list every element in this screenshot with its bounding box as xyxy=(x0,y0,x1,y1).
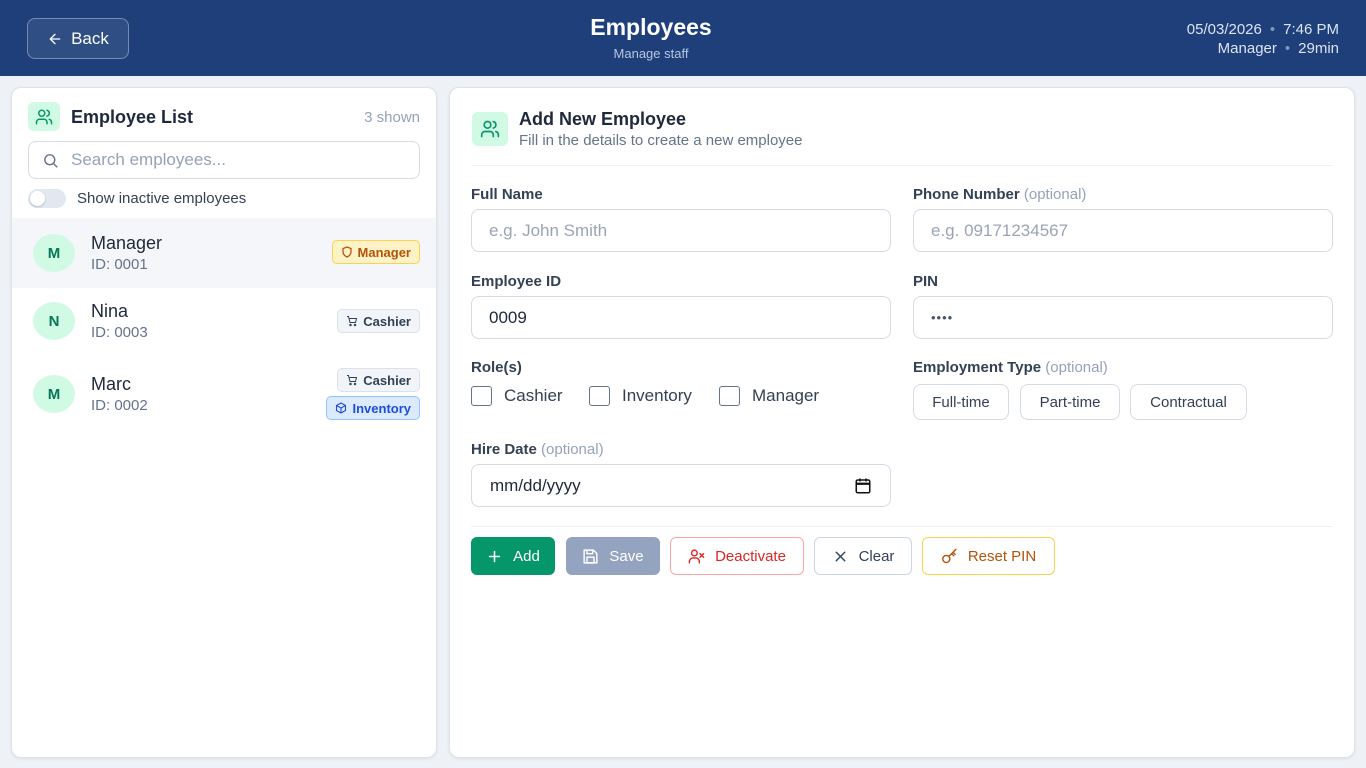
role-badge-manager: Manager xyxy=(331,240,420,264)
app-header: Back Employees Manage staff 05/03/2026 • 7… xyxy=(0,0,1366,76)
employment-contractual-option[interactable]: Contractual xyxy=(1130,384,1247,420)
avatar: M xyxy=(33,234,75,272)
pin-input[interactable]: •••• xyxy=(913,296,1333,339)
shield-icon xyxy=(341,246,352,258)
roles-label: Role(s) xyxy=(471,359,522,376)
box-icon xyxy=(336,402,347,414)
employee-list-panel: Employee List 3 shown Show inactive empl… xyxy=(11,87,437,758)
employee-row[interactable]: M Manager ID: 0001 Manager xyxy=(12,218,436,288)
role-badge-label: Manager xyxy=(357,244,411,260)
users-icon xyxy=(472,112,508,146)
employee-id: ID: 0003 xyxy=(91,324,148,341)
employee-count: 3 shown xyxy=(364,109,420,126)
page-subtitle: Manage staff xyxy=(613,46,689,61)
employee-id-field xyxy=(471,296,891,339)
current-user: Manager xyxy=(1217,40,1277,57)
current-time: 7:46 PM xyxy=(1283,21,1339,38)
employee-id: ID: 0001 xyxy=(91,256,148,273)
inactive-toggle-row: Show inactive employees xyxy=(28,189,246,208)
phone-input[interactable] xyxy=(931,220,1315,241)
close-icon xyxy=(835,551,846,561)
users-icon xyxy=(28,102,60,131)
divider xyxy=(471,526,1333,527)
page-title: Employees xyxy=(590,14,712,40)
employee-row[interactable]: N Nina ID: 0003 Cashier xyxy=(12,288,436,358)
clear-button[interactable]: Clear xyxy=(814,537,912,575)
employee-name: Nina xyxy=(91,301,129,321)
show-inactive-label: Show inactive employees xyxy=(77,190,247,207)
employee-name: Manager xyxy=(91,233,163,253)
divider xyxy=(471,165,1333,166)
form-subtitle: Fill in the details to create a new empl… xyxy=(519,132,803,149)
save-icon xyxy=(583,548,598,564)
hire-date-placeholder: mm/dd/yyyy xyxy=(490,475,581,495)
deactivate-button[interactable]: Deactivate xyxy=(670,537,804,575)
phone-label: Phone Number (optional) xyxy=(913,186,1087,203)
show-inactive-toggle[interactable] xyxy=(28,189,66,208)
role-checkbox-inventory[interactable]: Inventory xyxy=(589,386,692,406)
cart-icon xyxy=(347,375,358,386)
employee-name: Marc xyxy=(91,374,131,394)
phone-field xyxy=(913,209,1333,252)
form-title: Add New Employee xyxy=(519,109,687,129)
role-checkbox-cashier[interactable]: Cashier xyxy=(471,386,563,406)
add-button[interactable]: Add xyxy=(471,537,555,575)
full-name-label: Full Name xyxy=(471,186,543,203)
pin-value: •••• xyxy=(931,310,954,325)
pin-label: PIN xyxy=(913,273,939,290)
role-badge-label: Cashier xyxy=(363,313,411,329)
employment-type-label: Employment Type (optional) xyxy=(913,359,1108,376)
full-name-field xyxy=(471,209,891,252)
session-duration: 29min xyxy=(1298,40,1339,57)
employee-id: ID: 0002 xyxy=(91,397,148,414)
search-box xyxy=(28,141,420,179)
role-badge-label: Inventory xyxy=(352,400,411,416)
search-input[interactable] xyxy=(71,150,401,170)
employee-row[interactable]: M Marc ID: 0002 Cashier Inventory xyxy=(12,358,436,432)
role-checkbox-manager[interactable]: Manager xyxy=(719,386,819,406)
avatar: N xyxy=(33,302,75,340)
role-badge-cashier: Cashier xyxy=(337,368,420,392)
employee-id-input[interactable] xyxy=(489,307,873,328)
avatar: M xyxy=(33,375,75,413)
employee-form-panel: Add New Employee Fill in the details to … xyxy=(449,87,1355,758)
full-name-input[interactable] xyxy=(489,220,873,241)
role-badge-label: Cashier xyxy=(363,372,411,388)
current-date: 05/03/2026 xyxy=(1186,21,1262,38)
calendar-icon[interactable] xyxy=(854,477,872,495)
session-info: 05/03/2026 • 7:46 PM Manager • 29min xyxy=(1186,21,1339,57)
key-icon xyxy=(941,548,957,563)
role-badge-inventory: Inventory xyxy=(326,396,420,420)
employment-parttime-option[interactable]: Part-time xyxy=(1020,384,1120,420)
plus-icon xyxy=(488,550,501,562)
save-button[interactable]: Save xyxy=(566,537,660,575)
user-remove-icon xyxy=(688,548,705,564)
role-badge-cashier: Cashier xyxy=(337,309,420,333)
cart-icon xyxy=(347,316,358,327)
search-icon xyxy=(44,153,58,168)
hire-date-label: Hire Date (optional) xyxy=(471,441,604,458)
employee-list-title: Employee List xyxy=(71,107,194,127)
employee-id-label: Employee ID xyxy=(471,273,562,290)
hire-date-input[interactable]: mm/dd/yyyy xyxy=(471,464,891,507)
reset-pin-button[interactable]: Reset PIN xyxy=(922,537,1055,575)
employment-fulltime-option[interactable]: Full-time xyxy=(913,384,1009,420)
